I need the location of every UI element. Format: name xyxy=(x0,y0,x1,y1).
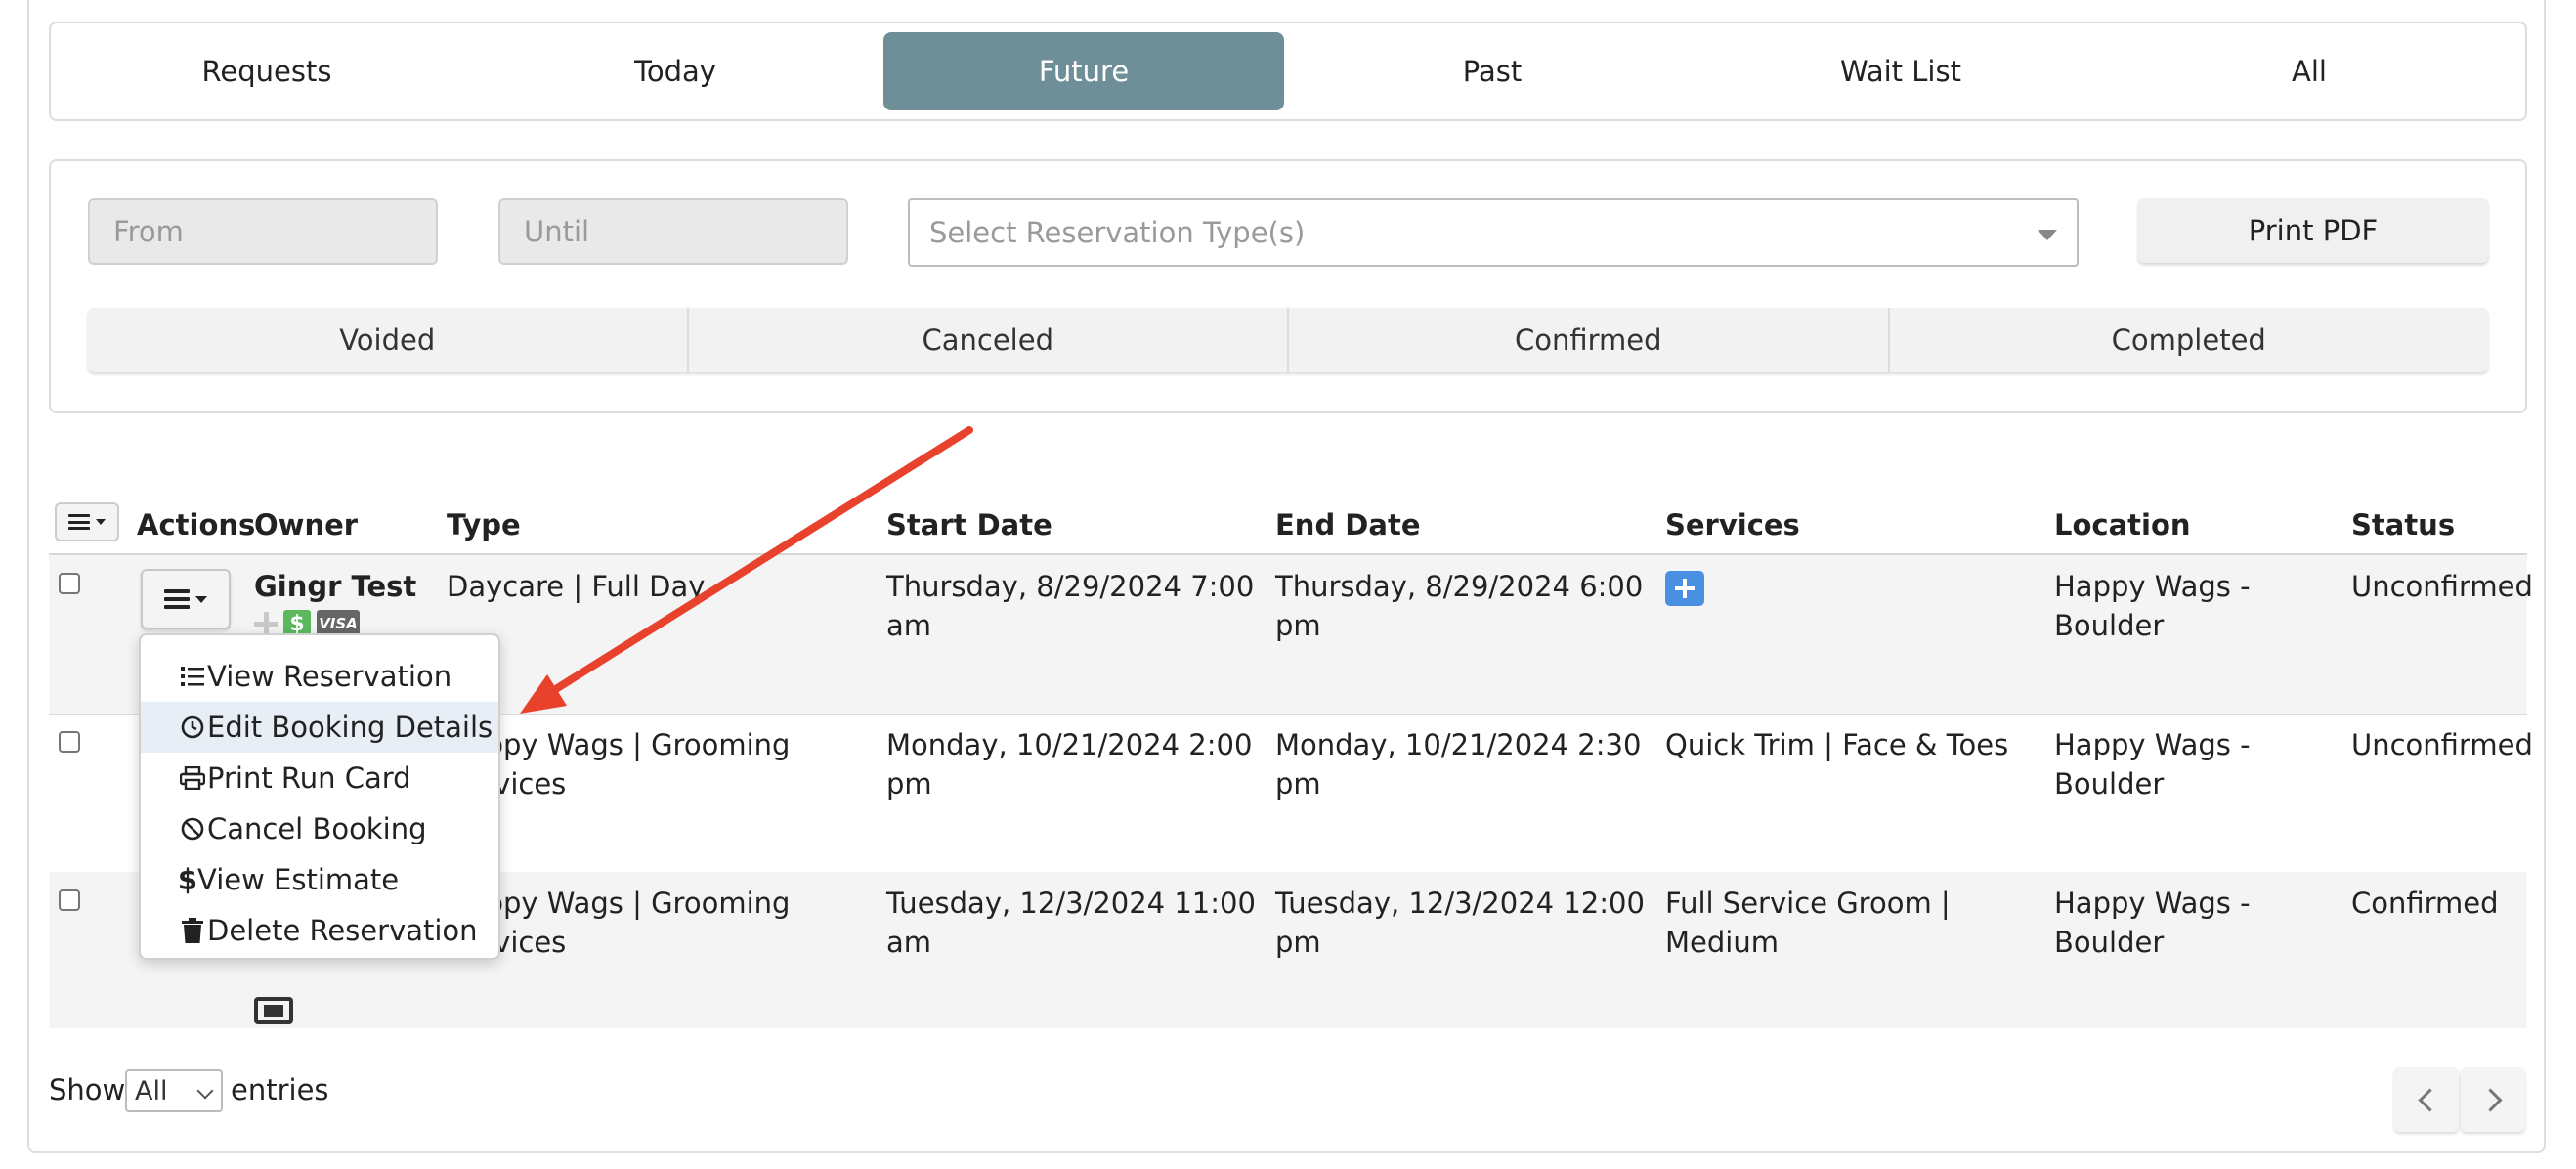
tab-requests[interactable]: Requests xyxy=(66,32,467,110)
status-completed-button[interactable]: Completed xyxy=(1890,308,2489,372)
print-pdf-button[interactable]: Print PDF xyxy=(2138,198,2488,263)
until-date-input[interactable] xyxy=(498,198,848,265)
services: Quick Trim | Face & Toes xyxy=(1665,728,2009,761)
menu-item-label: Cancel Booking xyxy=(207,812,427,845)
start-date: Tuesday, 12/3/2024 11:00 am xyxy=(886,887,1256,959)
tab-today[interactable]: Today xyxy=(475,32,876,110)
ban-icon xyxy=(180,816,205,842)
prev-page-button[interactable] xyxy=(2394,1067,2459,1132)
row-checkbox[interactable] xyxy=(59,731,80,753)
start-date: Thursday, 8/29/2024 7:00 am xyxy=(886,570,1255,642)
end-date: Tuesday, 12/3/2024 12:00 pm xyxy=(1275,887,1645,959)
menu-edit-booking-details[interactable]: Edit Booking Details xyxy=(141,702,498,753)
status-voided-button[interactable]: Voided xyxy=(88,308,689,372)
status: Confirmed xyxy=(2351,887,2499,920)
caret-down-icon xyxy=(96,519,106,525)
location: Happy Wags - Boulder xyxy=(2054,887,2251,959)
menu-cancel-booking[interactable]: Cancel Booking xyxy=(141,803,498,854)
dollar-icon: $ xyxy=(177,863,198,896)
menu-item-label: View Estimate xyxy=(197,863,400,896)
header-start-date[interactable]: Start Date xyxy=(886,508,1052,541)
header-type[interactable]: Type xyxy=(447,508,521,541)
plus-icon xyxy=(254,612,278,635)
next-page-button[interactable] xyxy=(2461,1067,2525,1132)
reservation-type: Daycare | Full Day xyxy=(447,570,706,603)
from-date-input[interactable] xyxy=(88,198,438,265)
entries-select-value: All xyxy=(135,1075,168,1106)
status-canceled-button[interactable]: Canceled xyxy=(689,308,1289,372)
menu-view-estimate[interactable]: $ View Estimate xyxy=(141,854,498,905)
tab-wait-list[interactable]: Wait List xyxy=(1700,32,2101,110)
clock-icon xyxy=(180,714,205,740)
row-actions-button[interactable] xyxy=(141,569,231,629)
header-owner[interactable]: Owner xyxy=(254,508,358,541)
reservation-tabs: Requests Today Future Past Wait List All xyxy=(49,22,2527,121)
end-date: Thursday, 8/29/2024 6:00 pm xyxy=(1275,570,1644,642)
menu-item-label: View Reservation xyxy=(207,660,452,693)
location: Happy Wags - Boulder xyxy=(2054,570,2251,642)
owner-name[interactable]: Gingr Test xyxy=(254,567,416,606)
end-date: Monday, 10/21/2024 2:30 pm xyxy=(1275,728,1642,801)
reservation-type-placeholder: Select Reservation Type(s) xyxy=(929,216,1306,249)
header-location[interactable]: Location xyxy=(2054,508,2191,541)
location: Happy Wags - Boulder xyxy=(2054,728,2251,801)
menu-print-run-card[interactable]: Print Run Card xyxy=(141,753,498,803)
services: Full Service Groom | Medium xyxy=(1665,887,1951,959)
caret-down-icon xyxy=(195,595,207,603)
list-icon xyxy=(180,664,205,689)
row-checkbox[interactable] xyxy=(59,573,80,594)
reservation-type: Happy Wags | Grooming Services xyxy=(447,887,791,959)
tab-past[interactable]: Past xyxy=(1292,32,1693,110)
header-actions: Actions xyxy=(137,508,256,541)
table-header: Actions Owner Type Start Date End Date S… xyxy=(49,498,2527,556)
chevron-down-icon xyxy=(196,1082,214,1100)
row-actions-menu: View Reservation Edit Booking Details Pr… xyxy=(139,633,500,960)
header-status[interactable]: Status xyxy=(2351,508,2455,541)
header-end-date[interactable]: End Date xyxy=(1275,508,1420,541)
printer-icon xyxy=(180,765,205,791)
menu-item-label: Print Run Card xyxy=(207,761,411,795)
chevron-right-icon xyxy=(2477,1087,2503,1112)
reservation-type: Happy Wags | Grooming Services xyxy=(447,728,791,801)
filters-panel: Select Reservation Type(s) Print PDF Voi… xyxy=(49,159,2527,413)
show-label: Show xyxy=(49,1073,126,1106)
chevron-left-icon xyxy=(2417,1087,2442,1112)
trash-icon xyxy=(180,918,205,943)
entries-label: entries xyxy=(231,1073,329,1106)
tab-future[interactable]: Future xyxy=(883,32,1284,110)
status-filter-group: Voided Canceled Confirmed Completed xyxy=(88,308,2488,372)
menu-delete-reservation[interactable]: Delete Reservation xyxy=(141,905,498,956)
start-date: Monday, 10/21/2024 2:00 pm xyxy=(886,728,1253,801)
menu-view-reservation[interactable]: View Reservation xyxy=(141,651,498,702)
header-services[interactable]: Services xyxy=(1665,508,1800,541)
status-confirmed-button[interactable]: Confirmed xyxy=(1289,308,1890,372)
menu-icon xyxy=(68,514,90,530)
caret-down-icon xyxy=(2038,230,2057,240)
ticket-icon xyxy=(254,997,293,1024)
status: Unconfirmed xyxy=(2351,570,2533,603)
add-service-icon[interactable] xyxy=(1665,571,1704,606)
entries-select[interactable]: All xyxy=(125,1069,223,1112)
menu-item-label: Edit Booking Details xyxy=(207,711,494,744)
status: Unconfirmed xyxy=(2351,728,2533,761)
row-checkbox[interactable] xyxy=(59,889,80,911)
reservation-type-select[interactable]: Select Reservation Type(s) xyxy=(908,198,2079,267)
menu-icon xyxy=(164,589,190,609)
tab-all[interactable]: All xyxy=(2109,32,2510,110)
menu-item-label: Delete Reservation xyxy=(207,914,478,947)
column-menu-button[interactable] xyxy=(55,502,119,541)
